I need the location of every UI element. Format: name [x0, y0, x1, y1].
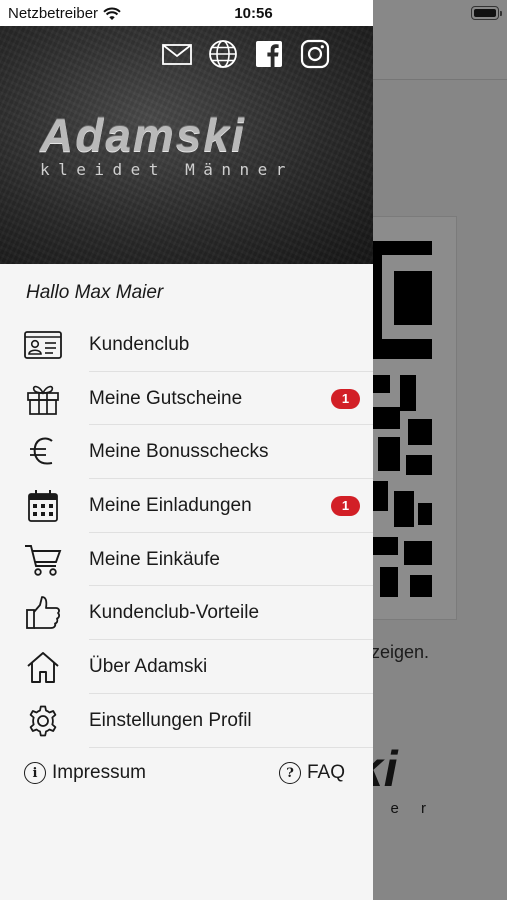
menu-item-gutscheine[interactable]: Meine Gutscheine 1 — [0, 372, 373, 426]
home-icon — [24, 650, 62, 684]
divider — [89, 746, 373, 748]
menu-item-bonusschecks[interactable]: Meine Bonusschecks — [0, 425, 373, 480]
menu-label: Meine Einladungen — [89, 494, 252, 516]
notification-badge: 1 — [331, 388, 360, 409]
adamski-logo: Adamski kleidet Männer — [40, 112, 340, 179]
instagram-icon[interactable] — [299, 38, 331, 70]
menu-item-einladungen[interactable]: Meine Einladungen 1 — [0, 479, 373, 533]
notification-badge: 1 — [331, 495, 360, 516]
gift-icon — [24, 382, 62, 416]
menu-item-einstellungen[interactable]: Einstellungen Profil — [0, 694, 373, 748]
globe-icon[interactable] — [207, 38, 239, 70]
logo-tagline: kleidet Männer — [40, 160, 294, 179]
clock: 10:56 — [234, 5, 273, 22]
status-bar: Netzbetreiber 10:56 — [0, 0, 507, 26]
menu-item-einkaeufe[interactable]: Meine Einkäufe — [0, 533, 373, 587]
menu-item-kundenclub[interactable]: Kundenclub — [0, 318, 373, 372]
drawer-menu: Kundenclub Meine Gutscheine 1 Meine Bonu… — [0, 318, 373, 748]
calendar-icon — [24, 489, 62, 523]
gear-icon — [24, 704, 62, 738]
faq-label: FAQ — [307, 762, 346, 783]
cart-icon — [24, 543, 62, 577]
menu-label: Einstellungen Profil — [89, 709, 252, 731]
social-links — [161, 38, 331, 70]
info-icon: i — [24, 762, 46, 784]
faq-link[interactable]: ? FAQ — [279, 762, 345, 784]
question-icon: ? — [279, 762, 301, 784]
drawer-header: Adamski kleidet Männer — [0, 0, 373, 264]
member-card-icon — [24, 328, 62, 362]
facebook-icon[interactable] — [253, 38, 285, 70]
logo-wordmark: Adamski — [40, 109, 246, 161]
menu-label: Meine Gutscheine — [89, 387, 243, 409]
battery-icon — [471, 6, 502, 20]
impressum-link[interactable]: i Impressum — [24, 762, 146, 784]
menu-item-ueber-adamski[interactable]: Über Adamski — [0, 640, 373, 694]
menu-label: Kundenclub — [89, 333, 190, 355]
euro-icon — [24, 435, 62, 469]
impressum-label: Impressum — [52, 762, 146, 783]
menu-label: Kundenclub-Vorteile — [89, 602, 260, 624]
menu-label: Meine Einkäufe — [89, 548, 220, 570]
navigation-drawer: Adamski kleidet Männer Hallo Max Maier K… — [0, 0, 373, 900]
menu-label: Meine Bonusschecks — [89, 441, 269, 463]
menu-item-vorteile[interactable]: Kundenclub-Vorteile — [0, 586, 373, 641]
menu-label: Über Adamski — [89, 655, 208, 677]
greeting: Hallo Max Maier — [26, 282, 164, 303]
mail-icon[interactable] — [161, 38, 193, 70]
thumbs-up-icon — [24, 596, 62, 630]
